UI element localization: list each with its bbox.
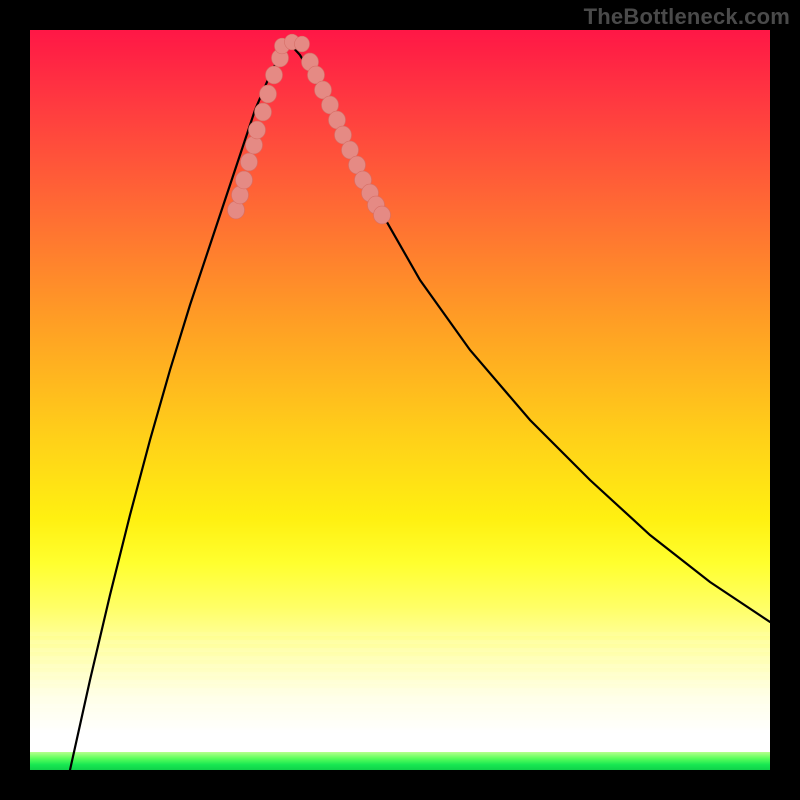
- bead-marker: [236, 171, 253, 189]
- bead-marker: [246, 136, 263, 154]
- bead-marker: [374, 206, 391, 224]
- watermark-text: TheBottleneck.com: [584, 4, 790, 30]
- curve-layer: [30, 30, 770, 770]
- plot-area: [30, 30, 770, 770]
- bead-marker: [241, 153, 258, 171]
- bead-marker: [295, 36, 310, 52]
- right-curve: [290, 44, 770, 622]
- bead-marker: [249, 121, 266, 139]
- chart-frame: TheBottleneck.com: [0, 0, 800, 800]
- bead-markers: [228, 34, 391, 224]
- bead-marker: [255, 103, 272, 121]
- bead-marker: [260, 85, 277, 103]
- bead-marker: [266, 66, 283, 84]
